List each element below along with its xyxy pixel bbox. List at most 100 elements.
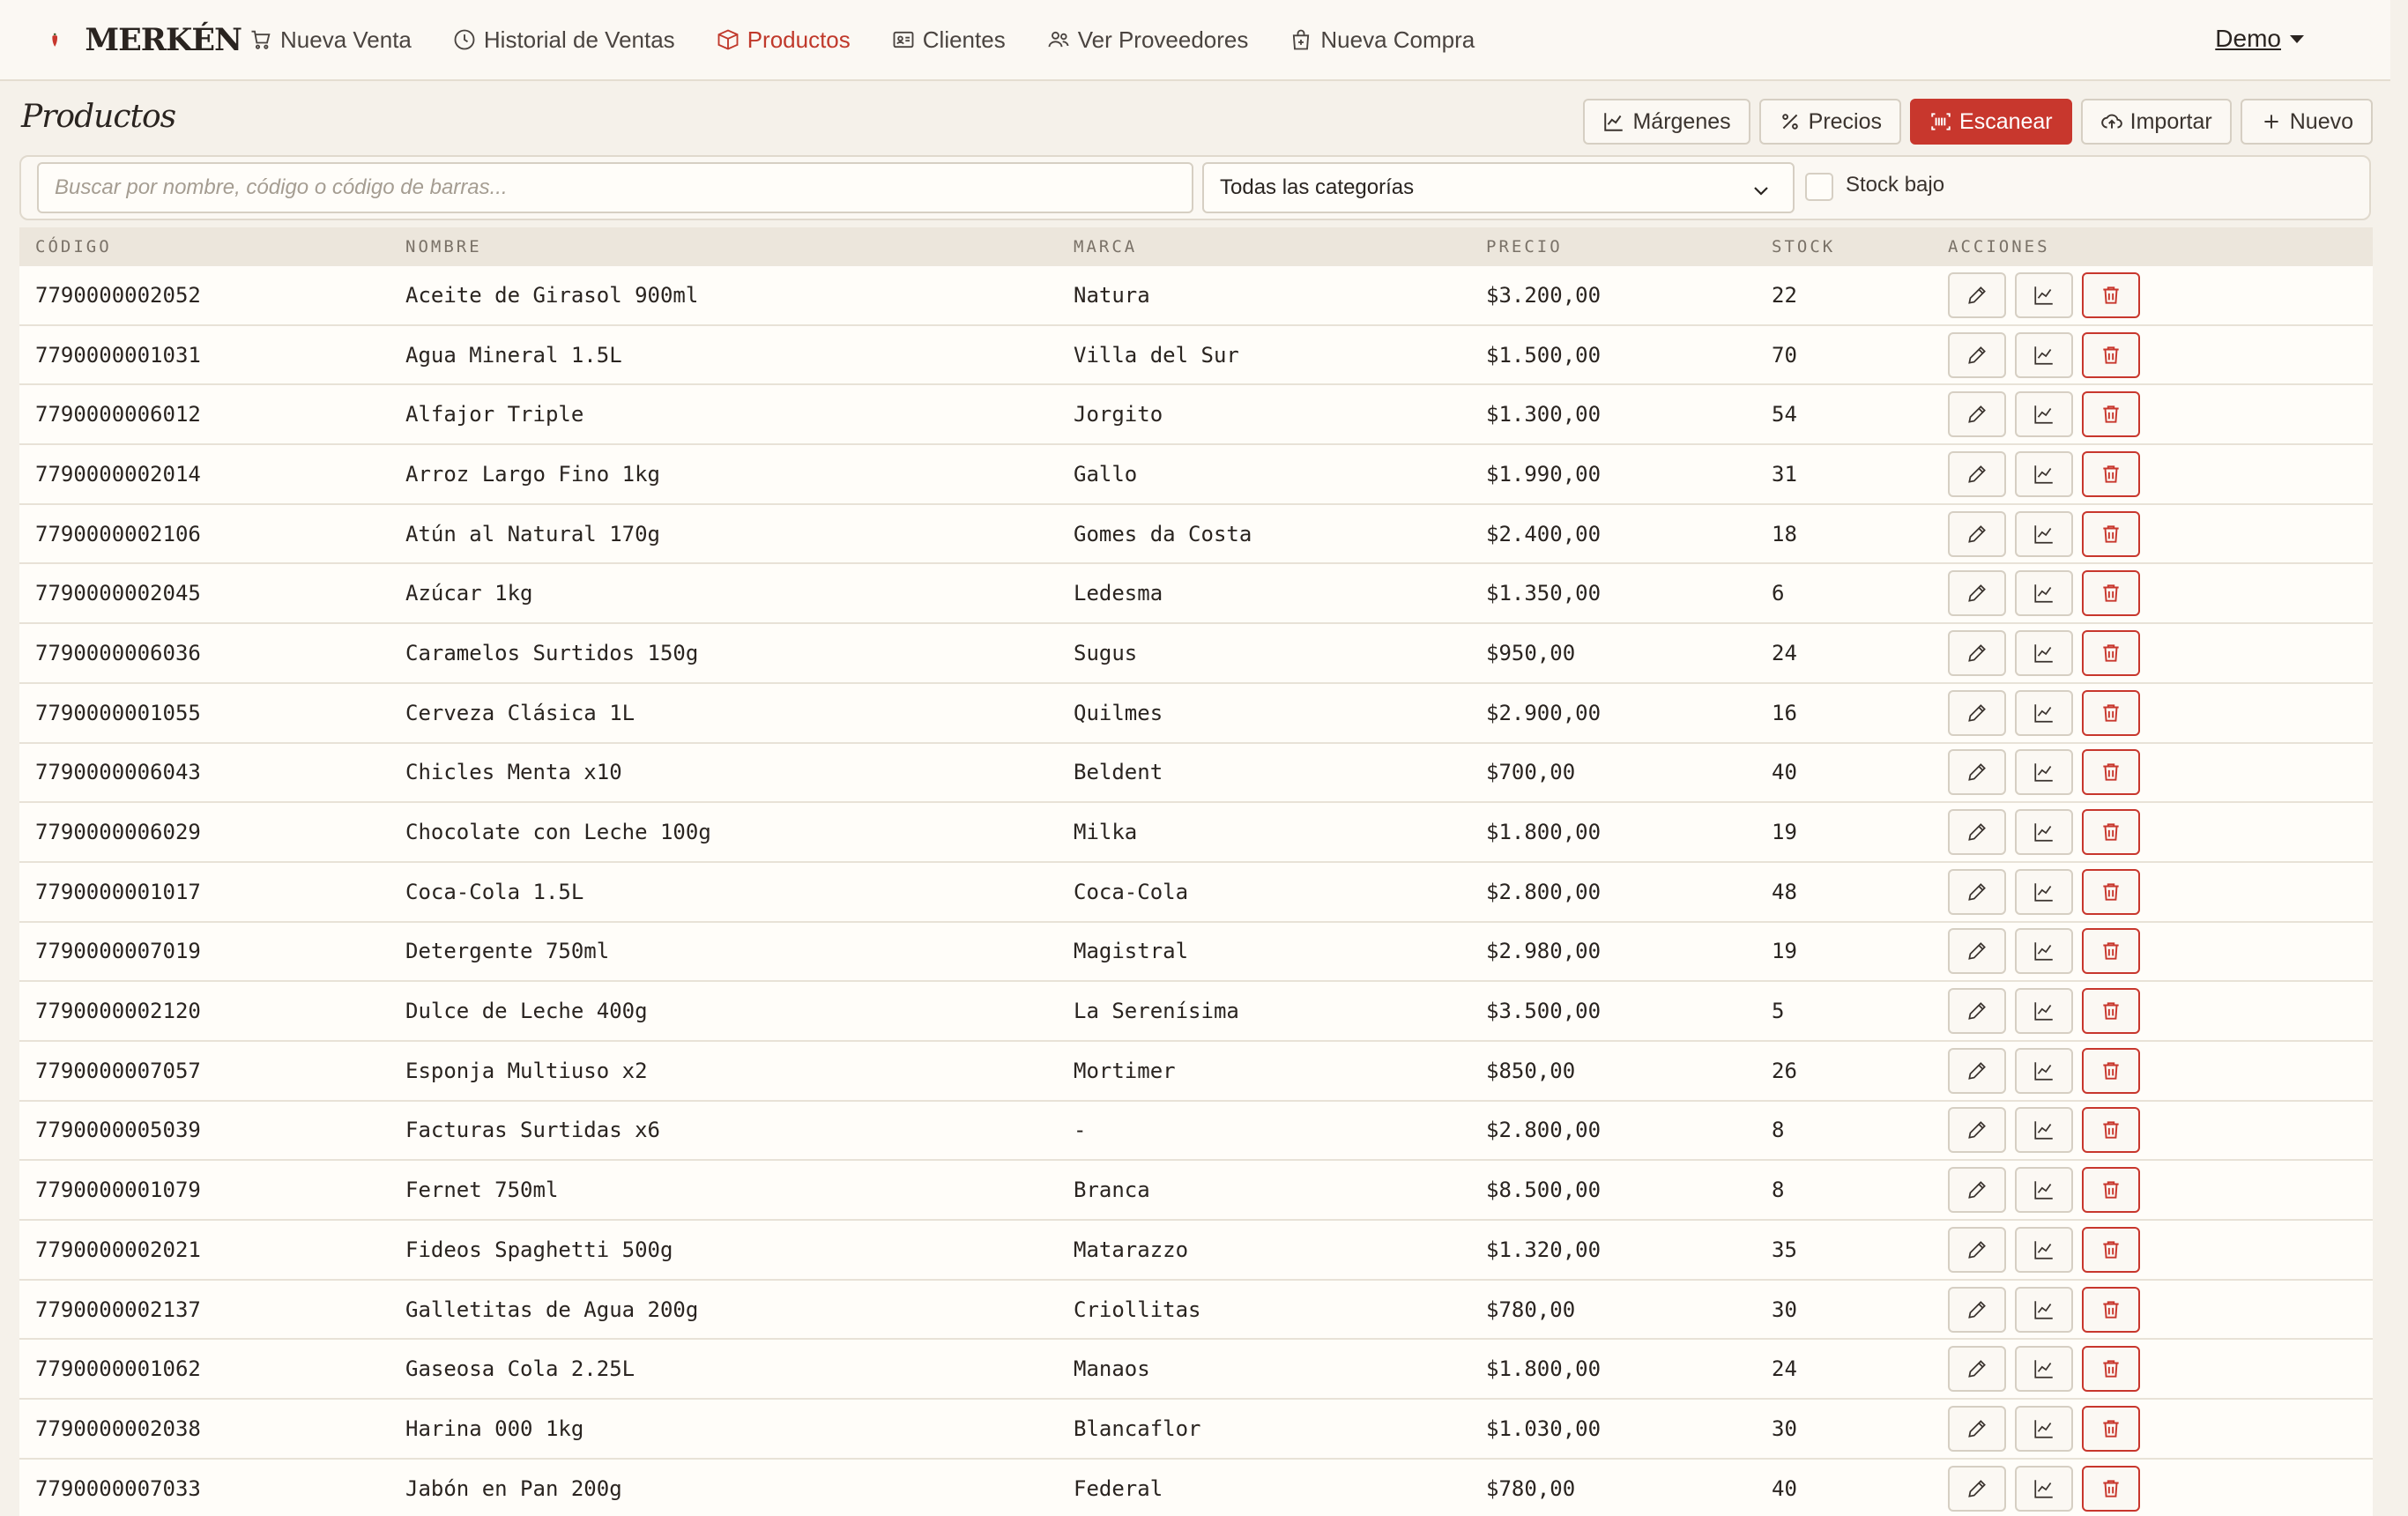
stats-button[interactable] <box>2015 1226 2073 1273</box>
stats-button[interactable] <box>2015 1465 2073 1512</box>
stats-button[interactable] <box>2015 868 2073 915</box>
stats-button[interactable] <box>2015 1107 2073 1154</box>
delete-button[interactable] <box>2082 570 2140 617</box>
stats-button[interactable] <box>2015 749 2073 796</box>
delete-button[interactable] <box>2082 809 2140 856</box>
precios-button[interactable]: Precios <box>1758 99 1902 145</box>
margenes-button[interactable]: Márgenes <box>1583 99 1750 145</box>
delete-button[interactable] <box>2082 1047 2140 1094</box>
column-header-nombre[interactable]: NOMBRE <box>405 237 1074 256</box>
delete-button[interactable] <box>2082 928 2140 975</box>
stats-button[interactable] <box>2015 1047 2073 1094</box>
category-select[interactable]: Todas las categorías <box>1202 162 1795 213</box>
stats-button[interactable] <box>2015 689 2073 736</box>
delete-button[interactable] <box>2082 988 2140 1035</box>
delete-button[interactable] <box>2082 271 2140 318</box>
stats-button[interactable] <box>2015 1286 2073 1333</box>
delete-button[interactable] <box>2082 629 2140 676</box>
edit-button[interactable] <box>1948 1167 2006 1214</box>
edit-button[interactable] <box>1948 809 2006 856</box>
brand[interactable]: MERKÉN <box>49 18 242 62</box>
nav-item-nueva-compra[interactable]: Nueva Compra <box>1289 26 1475 54</box>
edit-button[interactable] <box>1948 1226 2006 1273</box>
nav-item-clientes[interactable]: Clientes <box>891 26 1006 54</box>
edit-button[interactable] <box>1948 271 2006 318</box>
cell-precio: $3.200,00 <box>1486 282 1602 308</box>
user-menu[interactable]: Demo <box>2215 25 2304 53</box>
nuevo-button[interactable]: Nuevo <box>2240 99 2373 145</box>
edit-button[interactable] <box>1948 391 2006 438</box>
stats-button[interactable] <box>2015 1405 2073 1452</box>
edit-button[interactable] <box>1948 988 2006 1035</box>
table-row: 7790000006043 Chicles Menta x10 Beldent $70… <box>19 743 2373 804</box>
delete-button[interactable] <box>2082 868 2140 915</box>
edit-button[interactable] <box>1948 1107 2006 1154</box>
delete-button[interactable] <box>2082 1107 2140 1154</box>
stats-button[interactable] <box>2015 570 2073 617</box>
delete-button[interactable] <box>2082 1167 2140 1214</box>
trash-icon <box>2103 704 2119 722</box>
stats-button[interactable] <box>2015 510 2073 557</box>
stats-button[interactable] <box>2015 450 2073 497</box>
column-header-stock[interactable]: STOCK <box>1772 237 1948 256</box>
delete-button[interactable] <box>2082 1405 2140 1452</box>
delete-button[interactable] <box>2082 391 2140 438</box>
nav-item-proveedores[interactable]: Ver Proveedores <box>1046 26 1248 54</box>
stats-button[interactable] <box>2015 928 2073 975</box>
edit-button[interactable] <box>1948 570 2006 617</box>
importar-button[interactable]: Importar <box>2080 99 2232 145</box>
delete-button[interactable] <box>2082 1226 2140 1273</box>
edit-button[interactable] <box>1948 868 2006 915</box>
column-header-precio[interactable]: PRECIO <box>1486 237 1772 256</box>
stats-button[interactable] <box>2015 391 2073 438</box>
cell-codigo: 7790000002137 <box>35 1297 201 1322</box>
stats-button[interactable] <box>2015 629 2073 676</box>
cell-marca: Blancaflor <box>1074 1416 1201 1441</box>
stats-button[interactable] <box>2015 1167 2073 1214</box>
edit-button[interactable] <box>1948 510 2006 557</box>
stats-button[interactable] <box>2015 331 2073 378</box>
nav-item-label: Nueva Venta <box>280 26 412 53</box>
nav-item-nueva-venta[interactable]: Nueva Venta <box>249 26 412 54</box>
stats-button[interactable] <box>2015 809 2073 856</box>
table-row: 7790000002137 Galletitas de Agua 200g Crio… <box>19 1280 2373 1341</box>
column-header-marca[interactable]: MARCA <box>1074 237 1486 256</box>
nuevo-label: Nuevo <box>2289 108 2353 134</box>
stock-low-checkbox[interactable] <box>1805 173 1833 201</box>
delete-button[interactable] <box>2082 510 2140 557</box>
search-input[interactable] <box>37 162 1193 213</box>
edit-button[interactable] <box>1948 331 2006 378</box>
delete-button[interactable] <box>2082 689 2140 736</box>
table-row: 7790000006036 Caramelos Surtidos 150g Sugu… <box>19 624 2373 684</box>
stats-button[interactable] <box>2015 1346 2073 1393</box>
edit-button[interactable] <box>1948 1465 2006 1512</box>
edit-button[interactable] <box>1948 450 2006 497</box>
column-header-codigo[interactable]: CÓDIGO <box>19 237 405 256</box>
delete-button[interactable] <box>2082 749 2140 796</box>
stats-button[interactable] <box>2015 271 2073 318</box>
cell-marca: Magistral <box>1074 939 1189 964</box>
cell-codigo: 7790000001031 <box>35 342 201 368</box>
edit-button[interactable] <box>1948 1286 2006 1333</box>
cell-marca: Jorgito <box>1074 402 1163 427</box>
delete-button[interactable] <box>2082 1465 2140 1512</box>
delete-button[interactable] <box>2082 1286 2140 1333</box>
edit-button[interactable] <box>1948 689 2006 736</box>
cell-stock: 30 <box>1772 1416 1797 1441</box>
stock-low-filter[interactable]: Stock bajo <box>1805 169 1944 201</box>
pencil-icon <box>1968 1061 1986 1080</box>
edit-button[interactable] <box>1948 928 2006 975</box>
edit-button[interactable] <box>1948 629 2006 676</box>
edit-button[interactable] <box>1948 1405 2006 1452</box>
delete-button[interactable] <box>2082 331 2140 378</box>
edit-button[interactable] <box>1948 1346 2006 1393</box>
stats-button[interactable] <box>2015 988 2073 1035</box>
delete-button[interactable] <box>2082 450 2140 497</box>
edit-button[interactable] <box>1948 749 2006 796</box>
nav-item-productos[interactable]: Productos <box>716 26 851 54</box>
cell-marca: Natura <box>1074 282 1150 308</box>
escanear-button[interactable]: Escanear <box>1910 99 2072 145</box>
edit-button[interactable] <box>1948 1047 2006 1094</box>
nav-item-historial[interactable]: Historial de Ventas <box>452 26 675 54</box>
delete-button[interactable] <box>2082 1346 2140 1393</box>
